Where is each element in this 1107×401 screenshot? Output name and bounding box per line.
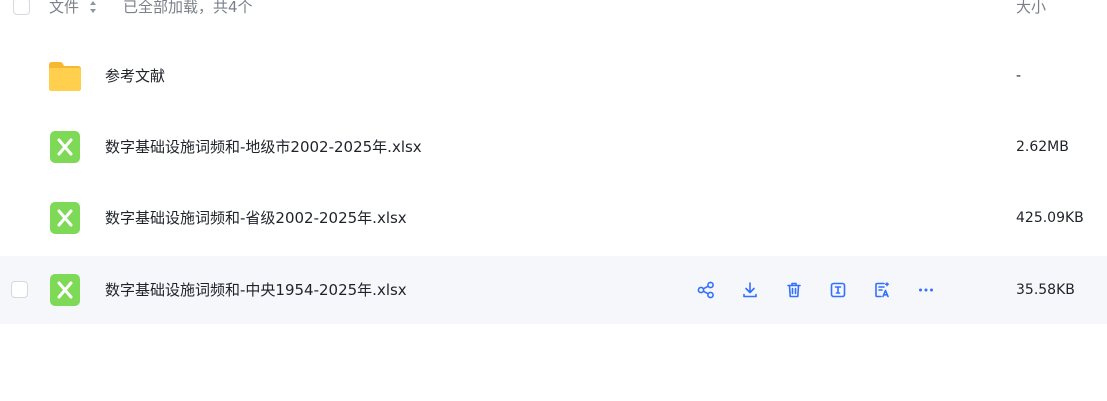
file-list-header: 文件 已全部加载，共4个 大小 bbox=[0, 0, 1107, 20]
file-size: 2.62MB bbox=[1016, 139, 1069, 155]
file-row[interactable]: 参考文献 - bbox=[0, 42, 1107, 110]
load-status: 已全部加载，共4个 bbox=[123, 0, 253, 16]
share-icon[interactable] bbox=[696, 280, 716, 300]
column-header-size[interactable]: 大小 bbox=[1016, 0, 1046, 16]
excel-file-icon bbox=[50, 202, 80, 234]
sort-icon[interactable] bbox=[89, 0, 97, 14]
row-checkbox[interactable] bbox=[11, 281, 28, 298]
ai-icon[interactable] bbox=[872, 280, 892, 300]
file-row[interactable]: 数字基础设施词频和-省级2002-2025年.xlsx 425.09KB bbox=[0, 184, 1107, 252]
file-list: 文件 已全部加载，共4个 大小 参考文献 - 数字基础设施词频和-地级市2002… bbox=[0, 0, 1107, 401]
rename-icon[interactable] bbox=[828, 280, 848, 300]
file-name[interactable]: 数字基础设施词频和-省级2002-2025年.xlsx bbox=[105, 208, 407, 228]
file-size: 425.09KB bbox=[1016, 210, 1084, 226]
file-row[interactable]: 数字基础设施词频和-地级市2002-2025年.xlsx 2.62MB bbox=[0, 113, 1107, 181]
file-row[interactable]: 数字基础设施词频和-中央1954-2025年.xlsx 35.58KB bbox=[0, 256, 1107, 324]
column-header-name[interactable]: 文件 bbox=[49, 0, 79, 16]
select-all-checkbox[interactable] bbox=[13, 0, 30, 15]
delete-icon[interactable] bbox=[784, 280, 804, 300]
download-icon[interactable] bbox=[740, 280, 760, 300]
file-name[interactable]: 数字基础设施词频和-地级市2002-2025年.xlsx bbox=[105, 137, 422, 157]
file-name[interactable]: 参考文献 bbox=[105, 66, 165, 86]
file-size: 35.58KB bbox=[1016, 282, 1075, 298]
excel-file-icon bbox=[50, 131, 80, 163]
more-icon[interactable] bbox=[916, 280, 936, 300]
file-name[interactable]: 数字基础设施词频和-中央1954-2025年.xlsx bbox=[105, 280, 407, 300]
folder-icon bbox=[49, 62, 81, 91]
file-size: - bbox=[1016, 68, 1022, 84]
excel-file-icon bbox=[50, 274, 80, 306]
